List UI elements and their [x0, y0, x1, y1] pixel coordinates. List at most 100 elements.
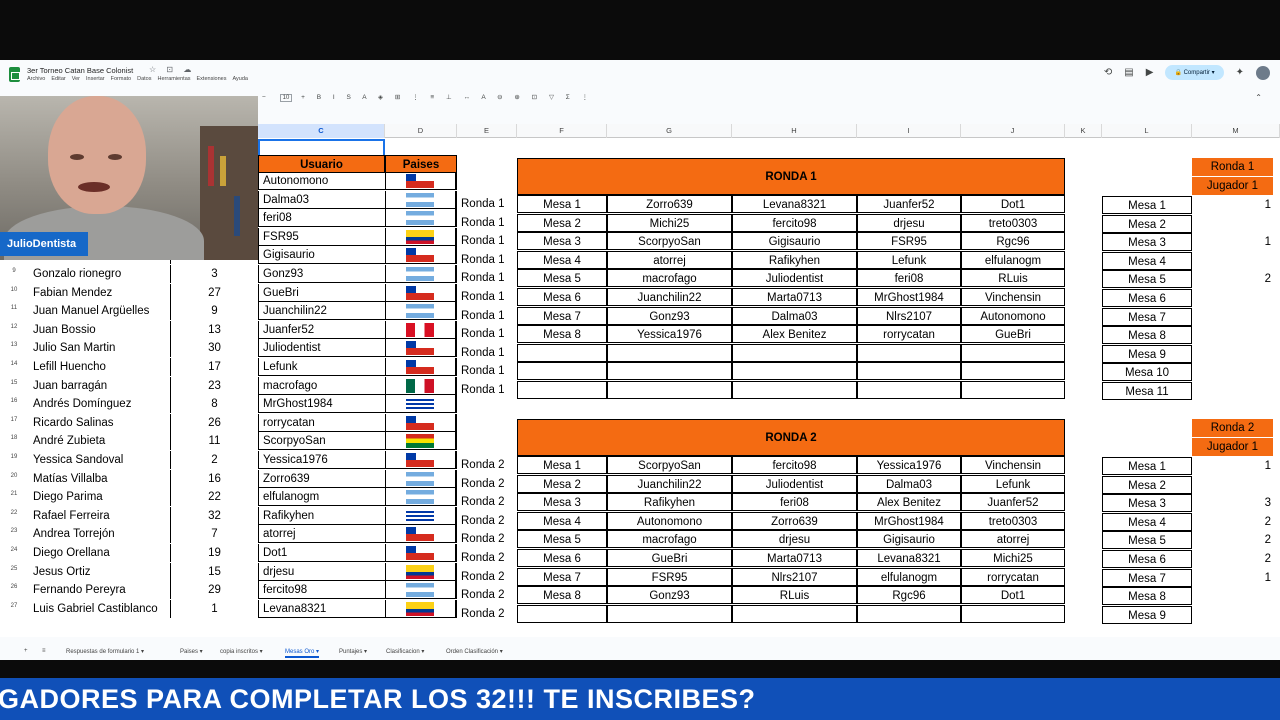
- username-cell[interactable]: Gonz93: [258, 265, 385, 283]
- ronda1-table-cell[interactable]: Juliodentist: [732, 269, 857, 288]
- ronda1-table-cell[interactable]: [857, 381, 961, 399]
- username-cell[interactable]: MrGhost1984: [258, 395, 385, 414]
- column-header-J[interactable]: J: [961, 124, 1065, 138]
- ronda1-table-cell[interactable]: Juanfer52: [857, 195, 961, 213]
- column-header-H[interactable]: H: [732, 124, 857, 138]
- menu-item-5[interactable]: Datos: [137, 76, 151, 82]
- ronda2-table-cell[interactable]: atorrej: [961, 530, 1065, 549]
- ronda2-table-cell[interactable]: [732, 604, 857, 623]
- ronda1-table-cell[interactable]: Gigisaurio: [732, 232, 857, 251]
- ronda2-table-cell[interactable]: feri08: [732, 493, 857, 512]
- ronda1-table-cell[interactable]: Mesa 1: [517, 195, 607, 213]
- ronda1-table-cell[interactable]: Mesa 2: [517, 213, 607, 232]
- sheet-tab-0[interactable]: Respuestas de formulario 1 ▾: [66, 648, 144, 655]
- ronda1-table-cell[interactable]: [607, 343, 732, 362]
- side-r2-mesa[interactable]: Mesa 3: [1102, 494, 1192, 513]
- ronda2-table-cell[interactable]: Autonomono: [607, 511, 732, 530]
- side-r1-value[interactable]: [1192, 252, 1273, 270]
- username-cell[interactable]: Juanchilin22: [258, 302, 385, 321]
- side-r2-value[interactable]: 2: [1192, 550, 1273, 568]
- ronda2-table-cell[interactable]: fercito98: [732, 456, 857, 474]
- side-r1-value[interactable]: [1192, 308, 1273, 326]
- ronda1-table-cell[interactable]: Vinchensin: [961, 288, 1065, 306]
- side-r2-mesa[interactable]: Mesa 6: [1102, 550, 1192, 568]
- ronda1-table-cell[interactable]: fercito98: [732, 213, 857, 232]
- menu-item-7[interactable]: Extensiones: [197, 76, 227, 82]
- ronda2-table-cell[interactable]: Juliodentist: [732, 474, 857, 493]
- ronda2-table-cell[interactable]: MrGhost1984: [857, 511, 961, 530]
- ronda1-table-cell[interactable]: Zorro639: [607, 195, 732, 213]
- side-r2-value[interactable]: [1192, 587, 1273, 605]
- ronda2-table-cell[interactable]: Mesa 4: [517, 511, 607, 530]
- side-r1-mesa[interactable]: Mesa 5: [1102, 270, 1192, 289]
- ronda1-table-cell[interactable]: [732, 343, 857, 362]
- ronda2-table-cell[interactable]: Lefunk: [961, 474, 1065, 493]
- side-r2-value[interactable]: 2: [1192, 513, 1273, 531]
- ronda2-table-cell[interactable]: RLuis: [732, 586, 857, 605]
- username-cell[interactable]: ScorpyoSan: [258, 432, 385, 451]
- ronda2-table-cell[interactable]: [961, 604, 1065, 623]
- ronda1-table-cell[interactable]: Mesa 8: [517, 325, 607, 344]
- sheet-tab-1[interactable]: Paises ▾: [180, 648, 203, 655]
- column-header-F[interactable]: F: [517, 124, 607, 138]
- ronda1-table-cell[interactable]: rorrycatan: [857, 325, 961, 344]
- ronda2-table-cell[interactable]: ScorpyoSan: [607, 456, 732, 474]
- menu-item-6[interactable]: Herramientas: [158, 76, 191, 82]
- ronda1-table-cell[interactable]: macrofago: [607, 269, 732, 288]
- side-r2-value[interactable]: [1192, 606, 1273, 624]
- ronda1-table-cell[interactable]: Levana8321: [732, 195, 857, 213]
- ronda1-table-cell[interactable]: [607, 381, 732, 399]
- ronda1-table-cell[interactable]: Yessica1976: [607, 325, 732, 344]
- ronda2-table-cell[interactable]: Juanfer52: [961, 493, 1065, 512]
- document-title[interactable]: 3er Torneo Catan Base Colonist: [27, 66, 133, 75]
- ronda2-table-cell[interactable]: Marta0713: [732, 549, 857, 567]
- ronda1-table-cell[interactable]: [857, 362, 961, 381]
- ronda1-table-cell[interactable]: [961, 343, 1065, 362]
- ronda1-table-cell[interactable]: Mesa 4: [517, 250, 607, 269]
- username-cell[interactable]: feri08: [258, 209, 385, 228]
- all-sheets-icon[interactable]: ≡: [42, 648, 46, 654]
- ronda1-table-cell[interactable]: Rafikyhen: [732, 250, 857, 269]
- column-header-D[interactable]: D: [385, 124, 457, 138]
- side-r1-mesa[interactable]: Mesa 8: [1102, 326, 1192, 345]
- share-button[interactable]: 🔒 Compartir ▾: [1165, 65, 1224, 80]
- username-cell[interactable]: fercito98: [258, 581, 385, 600]
- ronda1-table-cell[interactable]: GueBri: [961, 325, 1065, 344]
- column-header-L[interactable]: L: [1102, 124, 1192, 138]
- ronda2-table-cell[interactable]: Dot1: [961, 586, 1065, 605]
- side-r1-value[interactable]: 1: [1192, 233, 1273, 251]
- formatting-tools[interactable]: − 10 + B I S A ◈ ⊞ ⋮ ≡ ⊥ ↔ A ⊖ ⊕ ⊡ ▽ Σ ⋮: [262, 93, 593, 102]
- ronda2-table-cell[interactable]: elfulanogm: [857, 567, 961, 586]
- ronda2-table-cell[interactable]: Vinchensin: [961, 456, 1065, 474]
- ronda1-table-cell[interactable]: Autonomono: [961, 306, 1065, 325]
- meet-icon[interactable]: ▶: [1146, 67, 1154, 78]
- menu-item-2[interactable]: Ver: [72, 76, 80, 82]
- column-header-K[interactable]: K: [1065, 124, 1102, 138]
- ronda1-table-cell[interactable]: [961, 362, 1065, 381]
- ronda1-table-cell[interactable]: atorrej: [607, 250, 732, 269]
- side-r1-mesa[interactable]: Mesa 7: [1102, 307, 1192, 326]
- ronda2-table-cell[interactable]: treto0303: [961, 511, 1065, 530]
- ronda2-table-cell[interactable]: Alex Benitez: [857, 493, 961, 512]
- menu-item-1[interactable]: Editar: [51, 76, 65, 82]
- comment-icon[interactable]: ▤: [1124, 67, 1133, 78]
- side-r1-value[interactable]: 1: [1192, 196, 1273, 214]
- ronda2-table-cell[interactable]: Nlrs2107: [732, 567, 857, 586]
- ronda1-table-cell[interactable]: elfulanogm: [961, 250, 1065, 269]
- side-r2-value[interactable]: 1: [1192, 569, 1273, 587]
- username-cell[interactable]: Dalma03: [258, 190, 385, 209]
- font-size-input[interactable]: 10: [279, 94, 293, 102]
- ronda1-table-cell[interactable]: [857, 343, 961, 362]
- username-cell[interactable]: macrofago: [258, 376, 385, 395]
- ronda1-table-cell[interactable]: Nlrs2107: [857, 306, 961, 325]
- menu-item-3[interactable]: Insertar: [86, 76, 105, 82]
- column-header-I[interactable]: I: [857, 124, 961, 138]
- side-r1-value[interactable]: [1192, 363, 1273, 381]
- side-r1-mesa[interactable]: Mesa 9: [1102, 344, 1192, 363]
- history-icon[interactable]: ⟲: [1104, 67, 1112, 78]
- ronda2-table-cell[interactable]: Dalma03: [857, 474, 961, 493]
- side-r2-value[interactable]: 1: [1192, 457, 1273, 475]
- username-cell[interactable]: Rafikyhen: [258, 506, 385, 525]
- column-header-G[interactable]: G: [607, 124, 732, 138]
- ronda2-table-cell[interactable]: Mesa 1: [517, 456, 607, 474]
